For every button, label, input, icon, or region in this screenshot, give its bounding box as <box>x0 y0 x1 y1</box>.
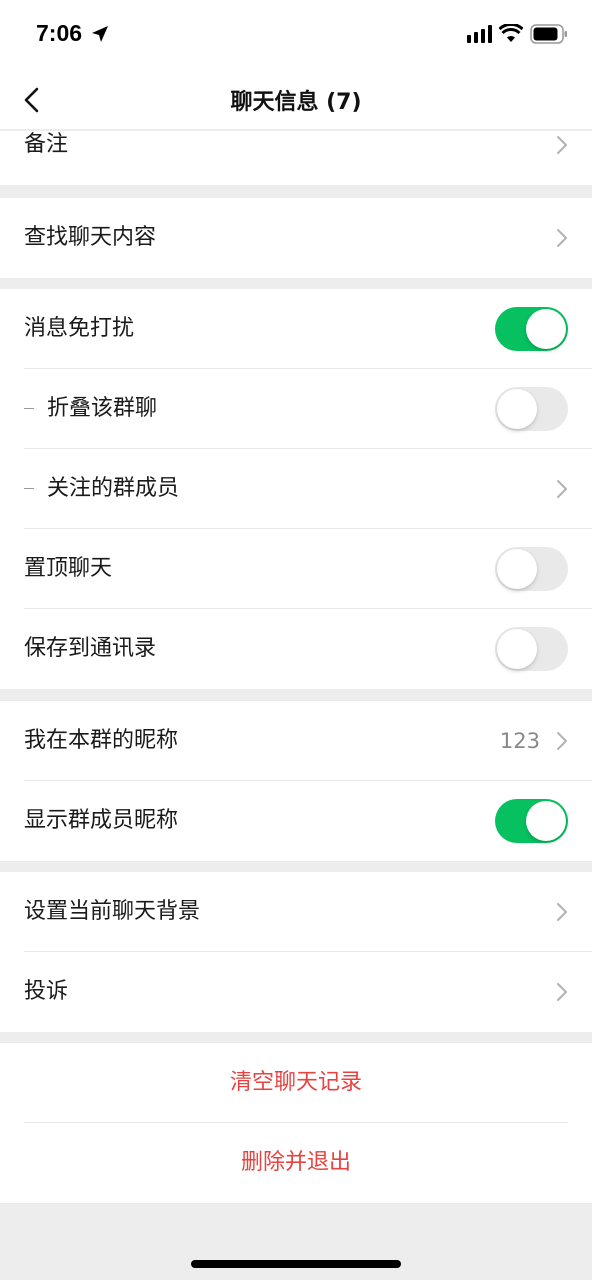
mute-row: 消息免打扰 <box>0 289 592 369</box>
group-nickname-label: 我在本群的昵称 <box>24 728 179 753</box>
remark-label: 备注 <box>24 132 69 157</box>
mute-toggle[interactable] <box>495 307 568 351</box>
save-contacts-label: 保存到通讯录 <box>24 636 157 661</box>
toggle-knob <box>497 389 537 429</box>
actions-group: 清空聊天记录 删除并退出 <box>0 1043 592 1203</box>
page-title: 聊天信息 (7) <box>230 90 362 115</box>
settings-group-notifications: 消息免打扰 折叠该群聊 关注的群成员 置顶聊天 保存到通讯录 <box>0 289 592 689</box>
toggle-knob <box>497 549 537 589</box>
remark-row[interactable]: 备注 <box>0 131 592 185</box>
chevron-right-icon <box>557 732 567 750</box>
followed-members-row[interactable]: 关注的群成员 <box>0 449 592 529</box>
delete-exit-button[interactable]: 删除并退出 <box>0 1123 592 1203</box>
chat-background-label: 设置当前聊天背景 <box>24 899 201 924</box>
toggle-knob <box>526 801 566 841</box>
followed-members-label: 关注的群成员 <box>47 476 180 501</box>
sub-item-dash <box>24 488 34 489</box>
home-indicator <box>191 1260 401 1268</box>
save-contacts-row: 保存到通讯录 <box>0 609 592 689</box>
clear-history-button[interactable]: 清空聊天记录 <box>0 1043 592 1123</box>
mute-label: 消息免打扰 <box>24 316 135 341</box>
status-time: 7:06 <box>36 20 83 46</box>
save-contacts-toggle[interactable] <box>495 627 568 671</box>
show-member-names-label: 显示群成员昵称 <box>24 808 179 833</box>
search-chat-label: 查找聊天内容 <box>24 225 157 250</box>
sub-item-dash <box>24 408 34 409</box>
location-arrow-icon <box>92 26 108 42</box>
show-member-names-row: 显示群成员昵称 <box>0 781 592 861</box>
pin-chat-row: 置顶聊天 <box>0 529 592 609</box>
settings-group-remark: 备注 <box>0 131 592 185</box>
chevron-right-icon <box>557 903 567 921</box>
group-nickname-row[interactable]: 我在本群的昵称 123 <box>0 701 592 781</box>
show-member-names-toggle[interactable] <box>495 799 568 843</box>
battery-icon <box>530 24 567 44</box>
nav-bar: 聊天信息 (7) <box>0 68 592 130</box>
cellular-signal-icon <box>467 25 492 43</box>
settings-group-search: 查找聊天内容 <box>0 198 592 278</box>
complain-row[interactable]: 投诉 <box>0 952 592 1032</box>
clear-history-label: 清空聊天记录 <box>229 1070 362 1095</box>
search-chat-row[interactable]: 查找聊天内容 <box>0 198 592 278</box>
settings-group-misc: 设置当前聊天背景 投诉 <box>0 872 592 1032</box>
chevron-right-icon <box>557 983 567 1001</box>
fold-chat-label: 折叠该群聊 <box>47 396 158 421</box>
chevron-right-icon <box>557 480 567 498</box>
delete-exit-label: 删除并退出 <box>240 1150 351 1175</box>
chevron-right-icon <box>557 229 567 247</box>
group-nickname-value: 123 <box>499 729 540 753</box>
settings-group-nickname: 我在本群的昵称 123 显示群成员昵称 <box>0 701 592 861</box>
toggle-knob <box>526 309 566 349</box>
toggle-knob <box>497 629 537 669</box>
fold-chat-row: 折叠该群聊 <box>0 369 592 449</box>
status-bar: 7:06 <box>0 0 592 68</box>
chat-background-row[interactable]: 设置当前聊天背景 <box>0 872 592 952</box>
chevron-right-icon <box>557 136 567 154</box>
pin-chat-label: 置顶聊天 <box>24 556 113 581</box>
fold-chat-toggle[interactable] <box>495 387 568 431</box>
complain-label: 投诉 <box>24 979 69 1004</box>
pin-chat-toggle[interactable] <box>495 547 568 591</box>
wifi-icon <box>499 24 523 42</box>
